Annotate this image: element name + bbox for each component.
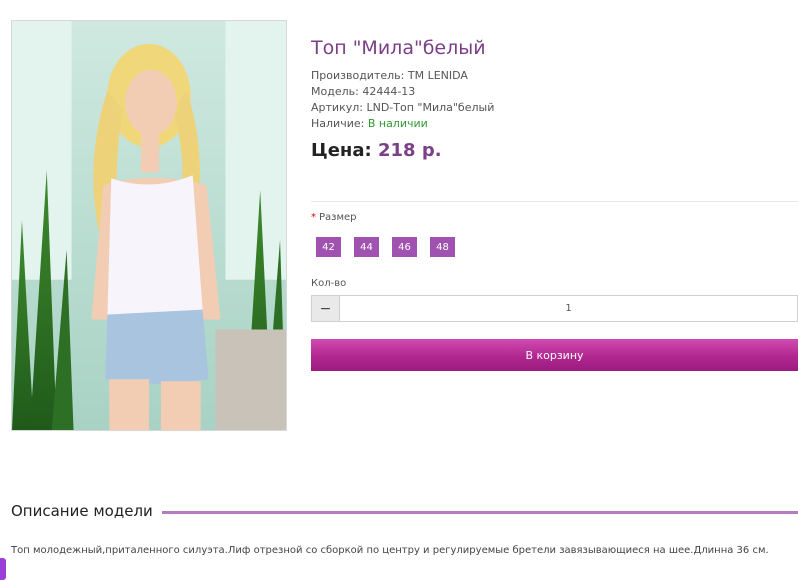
description-heading: Описание модели — [11, 502, 153, 520]
availability-row: Наличие: В наличии — [311, 116, 798, 132]
description-text: Топ молодежный,приталенного силуэта.Лиф … — [11, 545, 769, 556]
manufacturer-row: Производитель: TM LENIDA — [311, 68, 798, 84]
quantity-stepper: − — [311, 295, 798, 322]
size-label-text: Размер — [319, 212, 357, 223]
description-heading-line — [161, 510, 798, 514]
size-button-48[interactable]: 48 — [430, 237, 455, 257]
size-option-label: * Размер — [311, 212, 357, 223]
availability-status: В наличии — [367, 117, 428, 130]
add-to-cart-button[interactable]: В корзину — [311, 339, 798, 371]
manufacturer-value[interactable]: TM LENIDA — [408, 69, 468, 82]
manufacturer-label: Производитель: — [311, 69, 405, 82]
availability-label: Наличие: — [311, 117, 365, 130]
quantity-minus-button[interactable]: − — [312, 296, 340, 321]
sku-value: LND-Топ "Мила"белый — [366, 101, 495, 114]
model-label: Модель: — [311, 85, 359, 98]
product-meta: Производитель: TM LENIDA Модель: 42444-1… — [311, 68, 798, 132]
sku-row: Артикул: LND-Топ "Мила"белый — [311, 100, 798, 116]
size-button-42[interactable]: 42 — [316, 237, 341, 257]
quantity-input[interactable] — [340, 296, 797, 321]
product-photo-illustration — [12, 21, 286, 430]
side-widget-tab[interactable] — [0, 558, 6, 580]
model-row: Модель: 42444-13 — [311, 84, 798, 100]
product-info: Топ "Мила"белый Производитель: TM LENIDA… — [311, 36, 798, 164]
required-mark: * — [311, 212, 316, 223]
options-divider — [311, 201, 798, 202]
price-value: 218 р. — [377, 140, 442, 161]
price-line: Цена: 218 р. — [311, 138, 798, 164]
price-label: Цена: — [311, 140, 372, 161]
model-value: 42444-13 — [362, 85, 416, 98]
size-button-46[interactable]: 46 — [392, 237, 417, 257]
size-button-44[interactable]: 44 — [354, 237, 379, 257]
size-options: 42 44 46 48 — [316, 237, 455, 257]
sku-label: Артикул: — [311, 101, 363, 114]
quantity-label: Кол-во — [311, 278, 347, 289]
product-image[interactable] — [11, 20, 287, 431]
description-header: Описание модели — [11, 502, 798, 520]
product-title: Топ "Мила"белый — [311, 37, 486, 59]
